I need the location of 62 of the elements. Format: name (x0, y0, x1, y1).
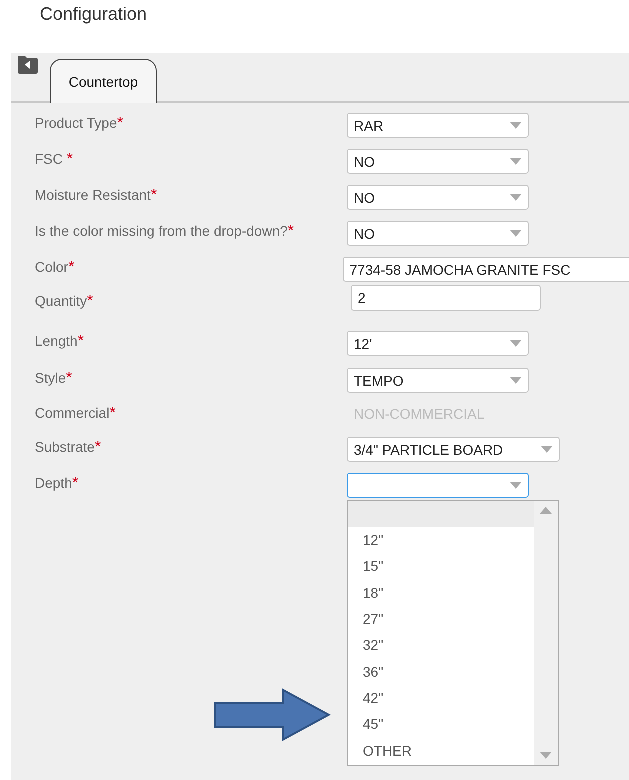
dropdown-option[interactable]: 15" (348, 553, 534, 580)
caret-icon (510, 377, 522, 384)
scroll-down-arrow-icon[interactable] (540, 752, 552, 759)
dropdown-field[interactable]: NO (347, 185, 529, 210)
required-asterisk: * (150, 187, 158, 205)
field-label: Color (35, 259, 68, 275)
scrollbar[interactable] (534, 501, 558, 765)
selected-value: RAR (354, 118, 384, 134)
caret-icon (510, 122, 522, 129)
required-asterisk: * (72, 475, 79, 493)
required-asterisk: * (66, 151, 74, 169)
caret-icon (541, 446, 553, 453)
caret-icon (510, 482, 522, 489)
dropdown-field[interactable]: 3/4" PARTICLE BOARD (347, 437, 560, 462)
selected-value: 12' (354, 336, 372, 352)
selected-value: NO (354, 226, 375, 242)
required-asterisk: * (110, 405, 116, 423)
dropdown-field[interactable]: NO (347, 149, 529, 174)
quantity-input[interactable]: 2 (351, 285, 541, 311)
caret-icon (510, 194, 522, 201)
dropdown-option[interactable]: 36" (348, 658, 534, 685)
scroll-up-arrow-icon[interactable] (540, 507, 552, 514)
field-label: Depth (35, 475, 72, 491)
required-asterisk: * (87, 293, 94, 311)
caret-icon (510, 158, 522, 165)
tab[interactable]: Countertop (50, 59, 157, 103)
dropdown-field[interactable]: RAR (347, 113, 529, 138)
dropdown-option[interactable]: 45" (348, 711, 534, 738)
required-asterisk: * (66, 370, 72, 388)
color-field[interactable]: 7734-58 JAMOCHA GRANITE FSC (342, 257, 629, 282)
required-asterisk: * (117, 115, 124, 133)
field-label: FSC (35, 151, 64, 167)
required-asterisk: * (94, 439, 102, 457)
dropdown-field[interactable]: NO (347, 221, 529, 246)
dropdown-option[interactable]: 12" (348, 527, 534, 554)
dropdown-option[interactable]: 42" (348, 684, 534, 712)
field-label: Style (35, 370, 66, 386)
dropdown-option[interactable]: 18" (348, 580, 534, 606)
selected-value: NO (354, 190, 375, 206)
selected-value: 3/4" PARTICLE BOARD (354, 442, 504, 458)
dropdown-option[interactable]: OTHER (348, 737, 534, 764)
page-title: Configuration (39, 3, 148, 26)
dropdown-option[interactable]: 27" (348, 606, 534, 632)
required-asterisk: * (68, 259, 75, 277)
caret-icon (510, 230, 522, 237)
field-label: Is the color missing from the drop-down? (35, 223, 288, 239)
field-label: Commercial (35, 405, 110, 421)
required-asterisk: * (288, 223, 294, 241)
field-label: Substrate (35, 439, 95, 455)
field-label: Length (35, 333, 78, 349)
field-label: Product Type (35, 115, 118, 131)
field-label: Quantity (35, 293, 88, 309)
caret-icon (510, 340, 522, 347)
pointing-arrow-icon (213, 688, 331, 742)
selected-value: TEMPO (354, 372, 404, 388)
dropdown-field[interactable]: 12' (347, 331, 529, 356)
back-folder-icon[interactable] (18, 56, 38, 74)
dropdown-field[interactable]: TEMPO (347, 368, 529, 393)
dropdown-option[interactable]: 32" (348, 632, 534, 658)
selected-value: NO (354, 154, 375, 170)
field-label: Moisture Resistant (35, 187, 151, 203)
required-asterisk: * (78, 333, 84, 351)
